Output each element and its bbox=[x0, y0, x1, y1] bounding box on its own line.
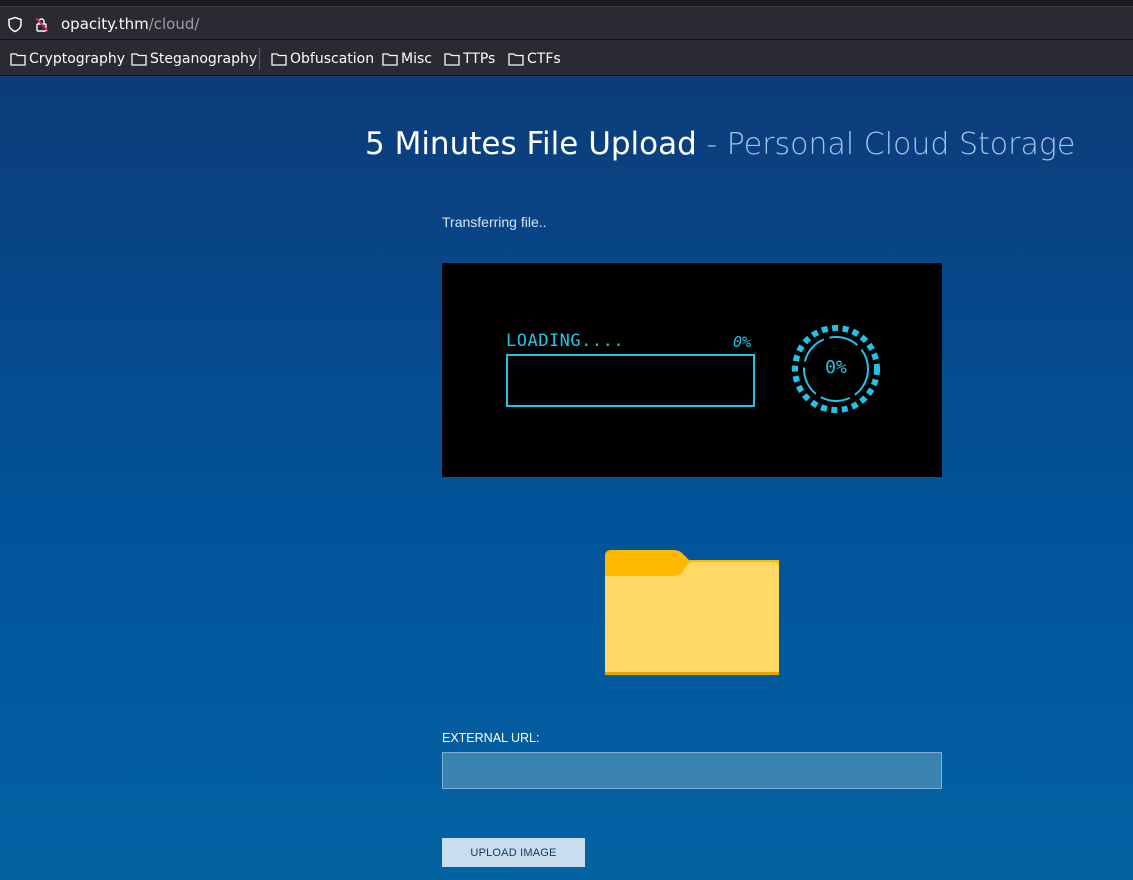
shield-icon[interactable] bbox=[7, 16, 23, 33]
url-bar[interactable]: opacity.thm/cloud/ bbox=[0, 6, 1133, 40]
url-path: /cloud/ bbox=[148, 15, 200, 33]
bookmark-label: TTPs bbox=[463, 51, 496, 67]
folder-icon bbox=[382, 53, 398, 66]
folder-icon bbox=[271, 53, 287, 66]
gauge-percent: 0% bbox=[825, 357, 847, 378]
bookmark-cryptography[interactable]: Cryptography bbox=[10, 50, 125, 68]
page-content: 5 Minutes File Upload - Personal Cloud S… bbox=[0, 76, 1133, 880]
external-url-input[interactable] bbox=[442, 752, 942, 789]
bookmark-obfuscation[interactable]: Obfuscation bbox=[271, 50, 374, 68]
loading-label: LOADING.... bbox=[506, 331, 625, 351]
bookmark-separator bbox=[259, 48, 260, 70]
folder-icon bbox=[131, 53, 147, 66]
page-title: 5 Minutes File Upload - Personal Cloud S… bbox=[365, 124, 1075, 165]
loading-panel: LOADING.... 0% 0% bbox=[442, 263, 942, 477]
bookmark-steganography[interactable]: Steganography bbox=[131, 50, 257, 68]
loading-progress-bar bbox=[506, 354, 755, 407]
title-subtitle: - Personal Cloud Storage bbox=[696, 127, 1076, 162]
bookmark-label: Steganography bbox=[150, 51, 258, 67]
folder-icon bbox=[10, 53, 26, 66]
external-url-label: EXTERNAL URL: bbox=[442, 731, 540, 745]
folder-icon bbox=[444, 53, 460, 66]
bookmark-ctfs[interactable]: CTFs bbox=[508, 50, 561, 68]
progress-gauge: 0% bbox=[788, 321, 884, 417]
bookmark-label: CTFs bbox=[527, 51, 561, 67]
status-text: Transferring file.. bbox=[442, 214, 547, 230]
folder-icon bbox=[508, 53, 524, 66]
folder-icon bbox=[605, 550, 779, 675]
loading-percent: 0% bbox=[733, 333, 752, 351]
bookmark-label: Obfuscation bbox=[290, 51, 375, 67]
lock-warning-icon[interactable] bbox=[34, 16, 50, 33]
title-main: 5 Minutes File Upload bbox=[365, 126, 697, 162]
url-text[interactable]: opacity.thm/cloud/ bbox=[61, 15, 199, 33]
url-host: opacity.thm bbox=[61, 15, 149, 33]
bookmark-misc[interactable]: Misc bbox=[382, 50, 432, 68]
bookmark-label: Misc bbox=[401, 51, 432, 67]
upload-image-button[interactable]: UPLOAD IMAGE bbox=[442, 838, 585, 867]
bookmarks-toolbar: Cryptography Steganography Obfuscation M… bbox=[0, 40, 1133, 76]
bookmark-label: Cryptography bbox=[29, 51, 126, 67]
bookmark-ttps[interactable]: TTPs bbox=[444, 50, 495, 68]
